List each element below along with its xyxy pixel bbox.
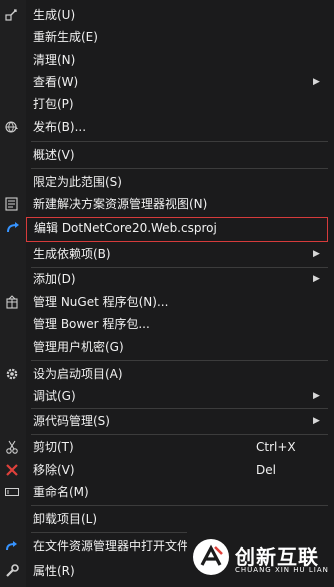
menu-item-label: 设为启动项目(A): [33, 367, 123, 381]
menu-item-label: 剪切(T): [33, 440, 74, 454]
menu-item-label: 查看(W): [33, 75, 79, 89]
menu-item-label: 重新生成(E): [33, 30, 98, 44]
shortcut-label: Del: [256, 463, 276, 477]
menu-item-label: 重命名(M): [33, 485, 89, 499]
menu-item-build[interactable]: 生成(U): [0, 4, 334, 26]
menu-item-label: 移除(V): [33, 463, 75, 477]
submenu-arrow-icon: ▶: [313, 249, 320, 259]
remove-x-icon: [3, 462, 21, 478]
menu-item-label: 限定为此范围(S): [33, 175, 122, 189]
menu-item-rename[interactable]: 重命名(M): [0, 481, 334, 503]
menu-item-cut[interactable]: 剪切(T) Ctrl+X: [0, 436, 334, 458]
edit-arrow-icon: [4, 220, 22, 236]
menu-item-label: 编辑 DotNetCore20.Web.csproj: [34, 221, 217, 235]
menu-item-publish[interactable]: 发布(B)...: [0, 116, 334, 138]
menu-item-build-dependencies[interactable]: 生成依赖项(B) ▶: [0, 243, 334, 265]
menu-item-label: 打包(P): [33, 97, 74, 111]
menu-separator: [31, 434, 328, 435]
menu-item-view[interactable]: 查看(W) ▶: [0, 71, 334, 93]
menu-item-label: 管理 NuGet 程序包(N)...: [33, 295, 169, 309]
menu-item-label: 发布(B)...: [33, 120, 87, 134]
menu-item-label: 生成依赖项(B): [33, 247, 111, 261]
open-folder-arrow-icon: [3, 538, 21, 554]
shortcut-label: Ctrl+X: [256, 440, 296, 454]
menu-item-label: 概述(V): [33, 148, 75, 162]
menu-item-source-control[interactable]: 源代码管理(S) ▶: [0, 410, 334, 432]
new-view-icon: [3, 196, 21, 212]
logo-pinyin: CHUANG XIN HU LIAN: [235, 566, 329, 574]
submenu-arrow-icon: ▶: [313, 274, 320, 284]
menu-item-manage-bower[interactable]: 管理 Bower 程序包...: [0, 313, 334, 335]
menu-item-label: 卸载项目(L): [33, 512, 98, 526]
submenu-arrow-icon: ▶: [313, 391, 320, 401]
rename-icon: [3, 484, 21, 500]
menu-item-label: 管理 Bower 程序包...: [33, 317, 150, 331]
menu-item-edit-csproj[interactable]: 编辑 DotNetCore20.Web.csproj: [7, 217, 328, 242]
menu-separator: [31, 505, 328, 506]
menu-item-label: 清理(N): [33, 53, 76, 67]
menu-item-label: 在文件资源管理器中打开文件: [33, 539, 190, 553]
menu-separator: [31, 168, 328, 169]
menu-item-add[interactable]: 添加(D) ▶: [0, 268, 334, 290]
logo-mark-icon: [193, 539, 229, 575]
menu-item-label: 添加(D): [33, 272, 76, 286]
build-icon: [3, 7, 21, 23]
menu-item-set-startup-project[interactable]: 设为启动项目(A): [0, 363, 334, 385]
menu-item-debug[interactable]: 调试(G) ▶: [0, 385, 334, 407]
menu-item-scope-to-this[interactable]: 限定为此范围(S): [0, 171, 334, 193]
menu-item-label: 生成(U): [33, 8, 76, 22]
menu-item-label: 属性(R): [33, 564, 75, 578]
submenu-arrow-icon: ▶: [313, 77, 320, 87]
menu-item-label: 调试(G): [33, 389, 76, 403]
menu-item-label: 源代码管理(S): [33, 414, 110, 428]
menu-item-clean[interactable]: 清理(N): [0, 49, 334, 71]
menu-item-remove[interactable]: 移除(V) Del: [0, 459, 334, 481]
menu-item-unload-project[interactable]: 卸载项目(L): [0, 508, 334, 530]
context-menu: 生成(U) 重新生成(E) 清理(N) 查看(W) ▶ 打包(P) 发布(B).…: [0, 0, 334, 587]
menu-item-label: 新建解决方案资源管理器视图(N): [33, 197, 208, 211]
menu-item-manage-user-secrets[interactable]: 管理用户机密(G): [0, 336, 334, 358]
gear-icon: [3, 366, 21, 382]
menu-item-manage-nuget[interactable]: 管理 NuGet 程序包(N)...: [0, 291, 334, 313]
publish-globe-icon: [3, 119, 21, 135]
menu-separator: [31, 360, 328, 361]
menu-item-overview[interactable]: 概述(V): [0, 144, 334, 166]
menu-separator: [31, 408, 328, 409]
wrench-icon: [3, 563, 21, 579]
menu-item-label: 管理用户机密(G): [33, 340, 124, 354]
menu-item-new-solution-explorer-view[interactable]: 新建解决方案资源管理器视图(N): [0, 193, 334, 215]
menu-item-rebuild[interactable]: 重新生成(E): [0, 26, 334, 48]
menu-item-pack[interactable]: 打包(P): [0, 93, 334, 115]
menu-separator: [31, 141, 328, 142]
submenu-arrow-icon: ▶: [313, 416, 320, 426]
scissors-icon: [3, 439, 21, 455]
brand-logo: 创新互联 CHUANG XIN HU LIAN: [187, 529, 334, 587]
nuget-package-icon: [3, 294, 21, 310]
